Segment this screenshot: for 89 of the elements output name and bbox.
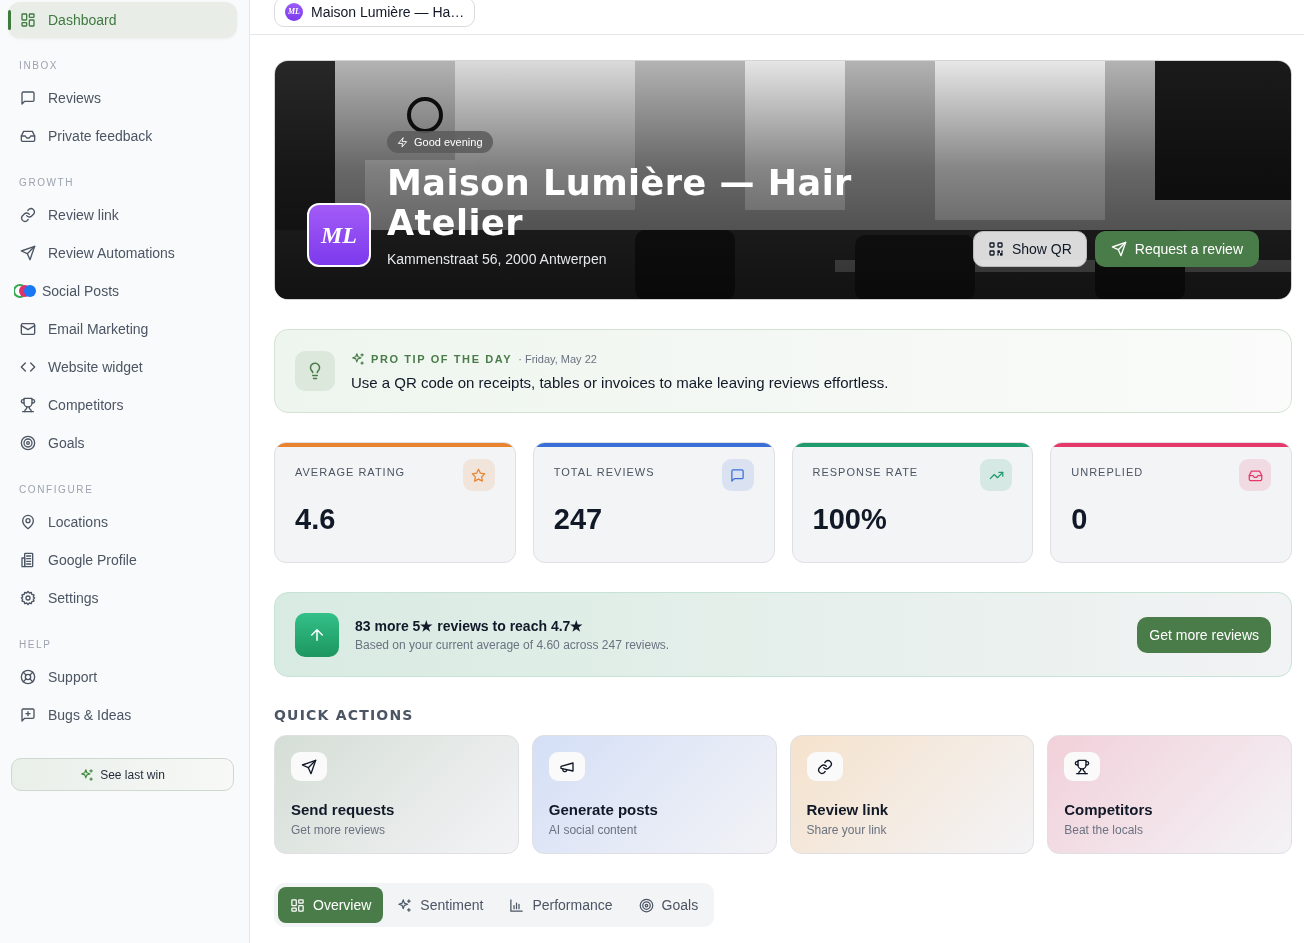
- stat-value: 247: [553, 503, 604, 536]
- tip-text: Use a QR code on receipts, tables or invoices to make leaving reviews effortless.: [351, 373, 889, 391]
- paper-plane-icon: [20, 245, 36, 261]
- inbox-tray-icon: [1247, 467, 1263, 483]
- quick-action-card[interactable]: Send requests Get more reviews: [274, 735, 519, 854]
- sidebar-item[interactable]: Dashboard: [8, 2, 237, 38]
- trophy-icon: [20, 397, 36, 413]
- link-icon: [816, 758, 833, 775]
- code-brackets-icon: [20, 359, 36, 375]
- section-heading: HELP: [18, 639, 53, 651]
- chat-bubble-icon: [20, 90, 36, 106]
- sidebar-item[interactable]: Competitors: [8, 386, 237, 424]
- quick-action-subtitle: AI social content: [548, 823, 637, 837]
- stat-label: AVERAGE RATING: [295, 466, 406, 478]
- sidebar-item[interactable]: Reviews: [8, 79, 237, 117]
- tab[interactable]: Overview: [278, 887, 384, 923]
- section-heading: INBOX: [18, 60, 60, 72]
- lifebuoy-icon: [20, 669, 36, 685]
- sparkle-icon: [351, 351, 365, 366]
- sidebar-item[interactable]: Support: [8, 658, 237, 696]
- dashboard-grid-icon: [290, 897, 305, 913]
- quick-action-subtitle: Beat the locals: [1064, 823, 1143, 837]
- quick-action-subtitle: Share your link: [806, 823, 887, 837]
- sparkle-icon: [397, 897, 413, 913]
- chat-bubble-icon: [730, 467, 745, 483]
- business-name: Maison Lumière — Hair Atelier: [387, 163, 853, 243]
- section-heading: QUICK ACTIONS: [274, 707, 415, 723]
- sidebar-item[interactable]: Bugs & Ideas: [8, 696, 237, 734]
- sidebar-item[interactable]: Google Profile: [8, 541, 237, 579]
- sidebar-item[interactable]: Settings: [8, 579, 237, 617]
- sidebar-item[interactable]: Email Marketing: [8, 310, 237, 348]
- sidebar-item[interactable]: Social Posts: [8, 272, 237, 310]
- qr-code-icon: [987, 241, 1004, 257]
- section-heading: CONFIGURE: [18, 484, 95, 496]
- paper-plane-icon: [1110, 241, 1127, 257]
- sidebar-item[interactable]: Goals: [8, 424, 237, 462]
- sidebar-item[interactable]: Private feedback: [8, 117, 237, 155]
- tip-heading: PRO TIP OF THE DAY: [371, 352, 513, 365]
- paper-plane-icon: [301, 758, 317, 775]
- quick-action-title: Send requests: [291, 801, 395, 818]
- quick-action-title: Competitors: [1064, 801, 1153, 818]
- inbox-tray-icon: [20, 128, 36, 144]
- sidebar-item[interactable]: Review link: [8, 196, 237, 234]
- tab[interactable]: Performance: [497, 887, 625, 923]
- bar-chart-icon: [509, 897, 525, 913]
- location-selector[interactable]: ML Maison Lumière — Ha…: [274, 0, 476, 27]
- goal-subtitle: Based on your current average of 4.60 across 247 reviews.: [355, 637, 671, 652]
- stat-label: TOTAL REVIEWS: [553, 466, 655, 478]
- target-icon: [20, 435, 36, 451]
- map-pin-icon: [20, 514, 36, 530]
- tab[interactable]: Goals: [626, 887, 711, 923]
- quick-action-title: Review link: [806, 801, 889, 818]
- show-qr-button[interactable]: Show QR: [972, 231, 1087, 267]
- quick-action-card[interactable]: Generate posts AI social content: [531, 735, 777, 854]
- tip-date: · Friday, May 22: [518, 352, 597, 365]
- link-icon: [20, 207, 36, 223]
- stat-label: UNREPLIED: [1071, 466, 1144, 478]
- dashboard-grid-icon: [20, 12, 36, 28]
- quick-action-card[interactable]: Review link Share your link: [789, 735, 1035, 854]
- social-networks-icon: [14, 283, 36, 299]
- trophy-icon: [1074, 758, 1091, 775]
- section-heading: GROWTH: [18, 177, 76, 189]
- goal-title: 83 more 5★ reviews to reach 4.7★: [355, 617, 585, 634]
- quick-action-title: Generate posts: [548, 801, 658, 818]
- stat-label: RESPONSE RATE: [812, 466, 919, 478]
- lightning-icon: [397, 136, 408, 148]
- tab[interactable]: Sentiment: [385, 887, 496, 923]
- sidebar-item[interactable]: Website widget: [8, 348, 237, 386]
- quick-action-subtitle: Get more reviews: [291, 823, 386, 837]
- settings-icon: [20, 590, 36, 606]
- sparkle-icon: [80, 767, 95, 782]
- get-more-reviews-button[interactable]: Get more reviews: [1137, 616, 1271, 653]
- location-logo: ML: [285, 2, 303, 21]
- stat-value: 0: [1071, 503, 1089, 536]
- star-icon: [471, 467, 487, 483]
- message-plus-icon: [20, 707, 36, 723]
- building-icon: [20, 552, 36, 568]
- business-address: Kammenstraat 56, 2000 Antwerpen: [387, 251, 607, 267]
- target-icon: [638, 897, 654, 913]
- request-review-button[interactable]: Request a review: [1094, 231, 1259, 267]
- stat-value: 100%: [812, 503, 888, 536]
- greeting-badge: Good evening: [387, 131, 493, 153]
- quick-action-card[interactable]: Competitors Beat the locals: [1047, 735, 1292, 854]
- envelope-icon: [20, 321, 36, 337]
- sidebar-item[interactable]: Locations: [8, 503, 237, 541]
- sidebar-item[interactable]: Review Automations: [8, 234, 237, 272]
- business-logo: ML: [307, 203, 371, 267]
- stat-value: 4.6: [295, 503, 337, 536]
- see-last-win-button[interactable]: See last win: [11, 758, 234, 791]
